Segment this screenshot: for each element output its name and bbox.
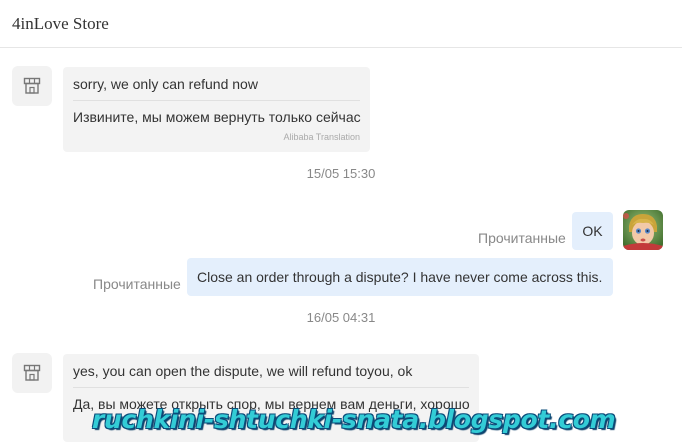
message-timestamp: 16/05 04:31 (306, 310, 376, 325)
read-status: Прочитанные (478, 230, 566, 246)
read-status: Прочитанные (93, 276, 181, 292)
message-translation-text: Извините, мы можем вернуть только сейчас (73, 109, 361, 125)
chat-header: 4inLove Store (0, 0, 682, 48)
shop-icon (23, 77, 41, 94)
incoming-message: sorry, we only can refund now Извините, … (63, 67, 370, 152)
doll-avatar (623, 210, 663, 250)
store-name[interactable]: 4inLove Store (12, 14, 109, 34)
message-original-text: yes, you can open the dispute, we will r… (73, 363, 413, 379)
outgoing-message-text: Close an order through a dispute? I have… (197, 269, 603, 285)
message-timestamp: 15/05 15:30 (306, 166, 376, 181)
store-avatar[interactable] (12, 353, 52, 393)
shop-icon (23, 364, 41, 381)
message-original-text: sorry, we only can refund now (73, 76, 258, 92)
watermark: ruchkini-shtuchki-snata.blogspot.com (92, 405, 616, 434)
user-avatar[interactable] (623, 210, 663, 250)
outgoing-message: OK (572, 212, 613, 250)
outgoing-message-text: OK (582, 223, 603, 239)
translation-credit: Alibaba Translation (283, 132, 360, 142)
store-avatar[interactable] (12, 66, 52, 106)
outgoing-message: Close an order through a dispute? I have… (187, 258, 613, 296)
